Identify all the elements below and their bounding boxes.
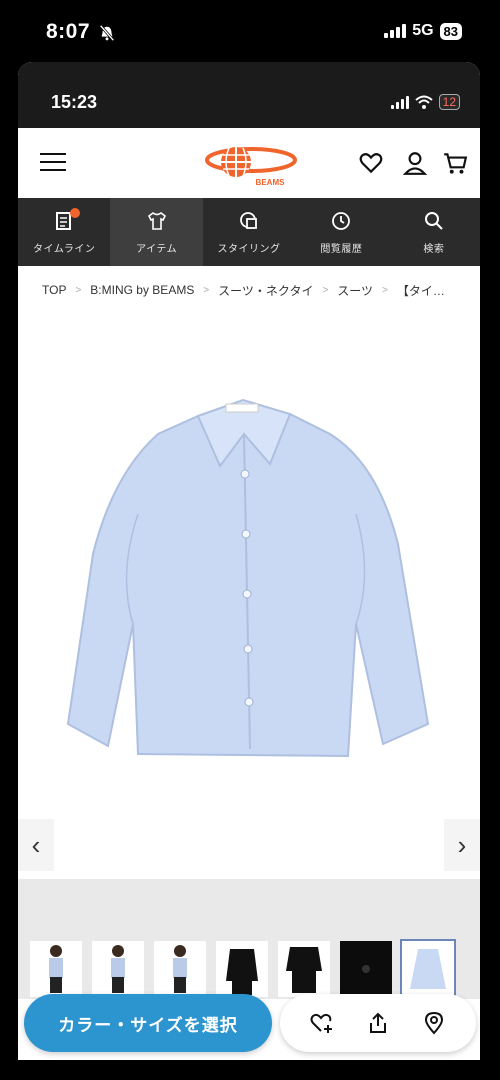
heart-icon[interactable] <box>358 150 384 176</box>
breadcrumb-item[interactable]: TOP <box>42 283 66 297</box>
notification-badge <box>70 208 80 218</box>
breadcrumb-item[interactable]: スーツ <box>337 282 373 299</box>
product-image-carousel[interactable]: ‹ › <box>18 314 480 879</box>
logo-text: BEAMS <box>256 178 286 187</box>
thumbnail-list <box>30 939 456 999</box>
signal-icon <box>384 24 407 38</box>
search-icon <box>424 212 443 230</box>
inner-status-bar: 15:23 12 <box>18 62 480 128</box>
nav-label: アイテム <box>136 244 178 255</box>
nav-item-items[interactable]: アイテム <box>110 198 203 266</box>
nav-item-styling[interactable]: スタイリング <box>203 198 295 266</box>
breadcrumb-separator: > <box>203 284 210 296</box>
product-image-shirt <box>66 398 430 758</box>
heart-add-icon[interactable] <box>310 1011 334 1035</box>
thumbnail[interactable] <box>340 941 392 997</box>
network-label: 5G <box>412 22 434 39</box>
battery-icon: 12 <box>438 94 460 110</box>
breadcrumb-item[interactable]: スーツ・ネクタイ <box>218 282 313 299</box>
clock-icon <box>332 212 351 230</box>
action-pill <box>280 994 476 1052</box>
nav-item-timeline[interactable]: タイムライン <box>18 198 110 266</box>
outer-status-bar: 8:07 5G 83 <box>0 0 500 64</box>
breadcrumb-separator: > <box>75 284 82 296</box>
thumbnail[interactable] <box>154 941 206 997</box>
category-nav: タイムライン アイテム スタイリング 閲覧履歴 検索 <box>18 198 480 266</box>
battery-icon: 83 <box>439 22 462 40</box>
location-pin-icon[interactable] <box>422 1011 446 1035</box>
thumbnail[interactable] <box>92 941 144 997</box>
select-color-size-button[interactable]: カラー・サイズを選択 <box>24 994 272 1052</box>
browser-frame: 15:23 12 BEAMS タイムライン アイテム スタイリング 閲覧履歴 検… <box>18 62 480 1060</box>
nav-label: 検索 <box>423 244 445 255</box>
wifi-icon <box>414 95 433 109</box>
signal-icon <box>390 95 409 109</box>
carousel-next-button[interactable]: › <box>444 819 480 871</box>
site-header: BEAMS <box>18 128 480 198</box>
breadcrumb: TOP > B:MING by BEAMS > スーツ・ネクタイ > スーツ >… <box>18 266 480 314</box>
user-icon[interactable] <box>402 150 428 176</box>
thumbnail-selected[interactable] <box>400 939 456 999</box>
styling-icon <box>240 212 257 229</box>
nav-label: 閲覧履歴 <box>320 244 363 255</box>
nav-label: スタイリング <box>217 244 281 255</box>
inner-status-right: 12 <box>390 94 460 110</box>
breadcrumb-item[interactable]: B:MING by BEAMS <box>90 283 194 297</box>
breadcrumb-separator: > <box>382 284 388 296</box>
nav-item-search[interactable]: 検索 <box>388 198 480 266</box>
bottom-action-bar: カラー・サイズを選択 <box>18 990 480 1060</box>
beams-logo[interactable]: BEAMS <box>204 138 298 190</box>
thumbnail[interactable] <box>30 941 82 997</box>
nav-item-history[interactable]: 閲覧履歴 <box>295 198 387 266</box>
cart-icon[interactable] <box>442 150 468 176</box>
thumbnail-strip <box>18 879 480 999</box>
outer-status-right: 5G 83 <box>384 22 462 40</box>
bell-muted-icon <box>99 24 115 42</box>
tshirt-icon <box>147 212 166 230</box>
inner-time: 15:23 <box>51 92 98 112</box>
chevron-right-icon: › <box>457 829 467 860</box>
breadcrumb-separator: > <box>322 284 329 296</box>
menu-icon[interactable] <box>40 153 66 173</box>
thumbnail[interactable] <box>278 941 330 997</box>
share-icon[interactable] <box>366 1011 390 1035</box>
chevron-left-icon: ‹ <box>31 829 41 860</box>
nav-label: タイムライン <box>33 244 96 255</box>
thumbnail[interactable] <box>216 941 268 997</box>
breadcrumb-item[interactable]: 【タイ… <box>397 282 445 299</box>
outer-time: 8:07 <box>46 20 91 43</box>
carousel-prev-button[interactable]: ‹ <box>18 819 54 871</box>
